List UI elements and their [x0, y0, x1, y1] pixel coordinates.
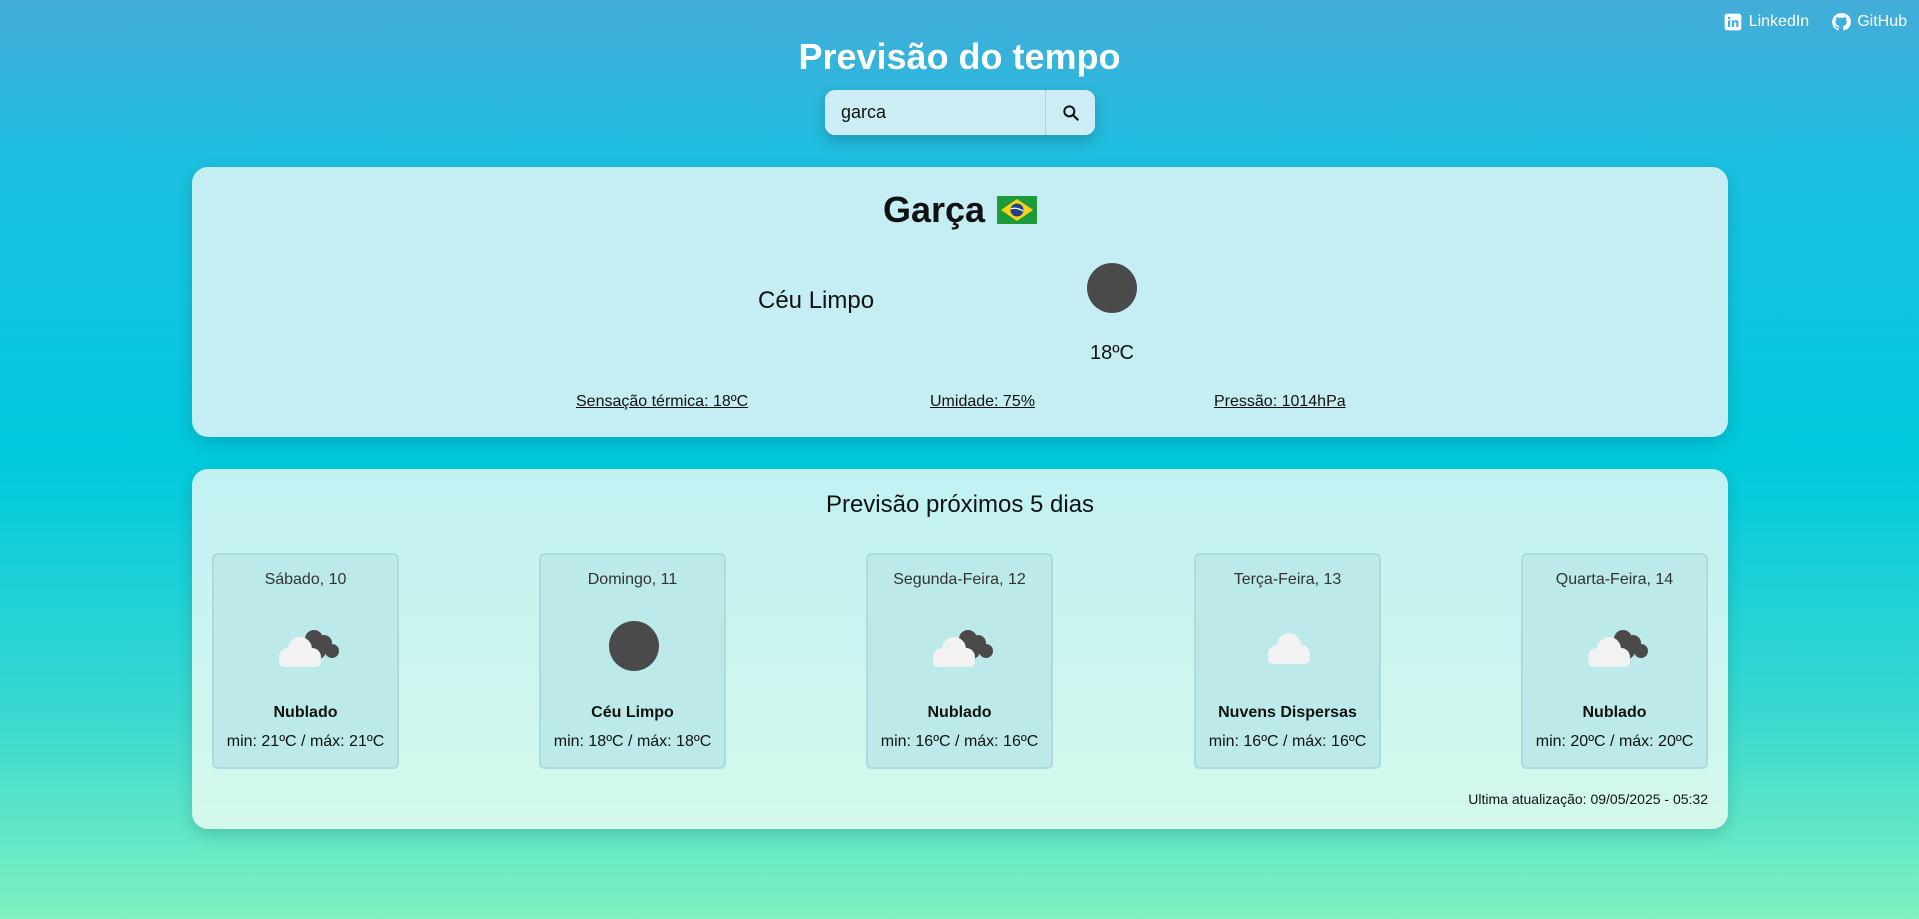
github-label: GitHub: [1857, 13, 1907, 30]
day-description: Nublado: [1582, 704, 1647, 721]
day-temperatures: min: 16ºC / máx: 16ºC: [880, 733, 1039, 750]
clear-sky-icon: [599, 621, 669, 671]
linkedin-label: LinkedIn: [1748, 13, 1810, 30]
day-description: Nuvens Dispersas: [1218, 704, 1357, 721]
forecast-title: Previsão próximos 5 dias: [825, 491, 1095, 518]
city-name: Garça: [882, 189, 986, 230]
day-label: Sábado, 10: [264, 571, 347, 588]
page-title: Previsão do tempo: [798, 36, 1121, 77]
search-button[interactable]: [1045, 90, 1095, 135]
search-input[interactable]: [825, 90, 1045, 135]
scattered-clouds-icon: [1254, 621, 1324, 671]
clear-sky-icon: [1087, 263, 1137, 313]
linkedin-icon: [1724, 13, 1742, 31]
social-links: LinkedIn GitHub: [1723, 12, 1907, 32]
cloudy-icon: [1581, 621, 1651, 671]
day-label: Quarta-Feira, 14: [1555, 571, 1674, 588]
day-temperatures: min: 16ºC / máx: 16ºC: [1208, 733, 1367, 750]
day-description: Céu Limpo: [591, 704, 674, 721]
last-updated: Ultima atualização: 09/05/2025 - 05:32: [1468, 791, 1708, 807]
cloudy-icon: [272, 621, 342, 671]
forecast-card: Previsão próximos 5 dias Sábado, 10 Nubl…: [192, 469, 1728, 829]
day-label: Terça-Feira, 13: [1233, 571, 1342, 588]
linkedin-link[interactable]: LinkedIn: [1723, 12, 1810, 32]
forecast-day: Quarta-Feira, 14 Nublado min: 20ºC / máx…: [1521, 553, 1708, 769]
current-temperature: 18ºC: [1090, 342, 1134, 364]
forecast-day: Domingo, 11 Céu Limpo min: 18ºC / máx: 1…: [539, 553, 726, 769]
day-description: Nublado: [927, 704, 992, 721]
day-label: Domingo, 11: [587, 571, 678, 588]
humidity: Umidade: 75%: [930, 393, 1035, 410]
pressure: Pressão: 1014hPa: [1214, 393, 1346, 410]
github-link[interactable]: GitHub: [1831, 12, 1907, 32]
weather-description: Céu Limpo: [758, 287, 875, 314]
day-temperatures: min: 21ºC / máx: 21ºC: [226, 733, 385, 750]
search-bar: [825, 90, 1095, 135]
search-icon: [1062, 104, 1079, 121]
city-header: Garça: [192, 189, 1728, 231]
github-icon: [1832, 13, 1852, 31]
feels-like: Sensação térmica: 18ºC: [576, 393, 749, 410]
forecast-day: Segunda-Feira, 12 Nublado min: 16ºC / má…: [866, 553, 1053, 769]
forecast-day: Sábado, 10 Nublado min: 21ºC / máx: 21ºC: [212, 553, 399, 769]
day-temperatures: min: 20ºC / máx: 20ºC: [1535, 733, 1694, 750]
day-label: Segunda-Feira, 12: [893, 571, 1026, 588]
current-weather-card: Garça Céu Limpo 18ºC Sensação térmica: 1…: [192, 167, 1728, 437]
cloudy-icon: [926, 621, 996, 671]
brazil-flag-icon: [997, 196, 1038, 224]
day-description: Nublado: [273, 704, 338, 721]
day-temperatures: min: 18ºC / máx: 18ºC: [553, 733, 712, 750]
forecast-day: Terça-Feira, 13 Nuvens Dispersas min: 16…: [1194, 553, 1381, 769]
